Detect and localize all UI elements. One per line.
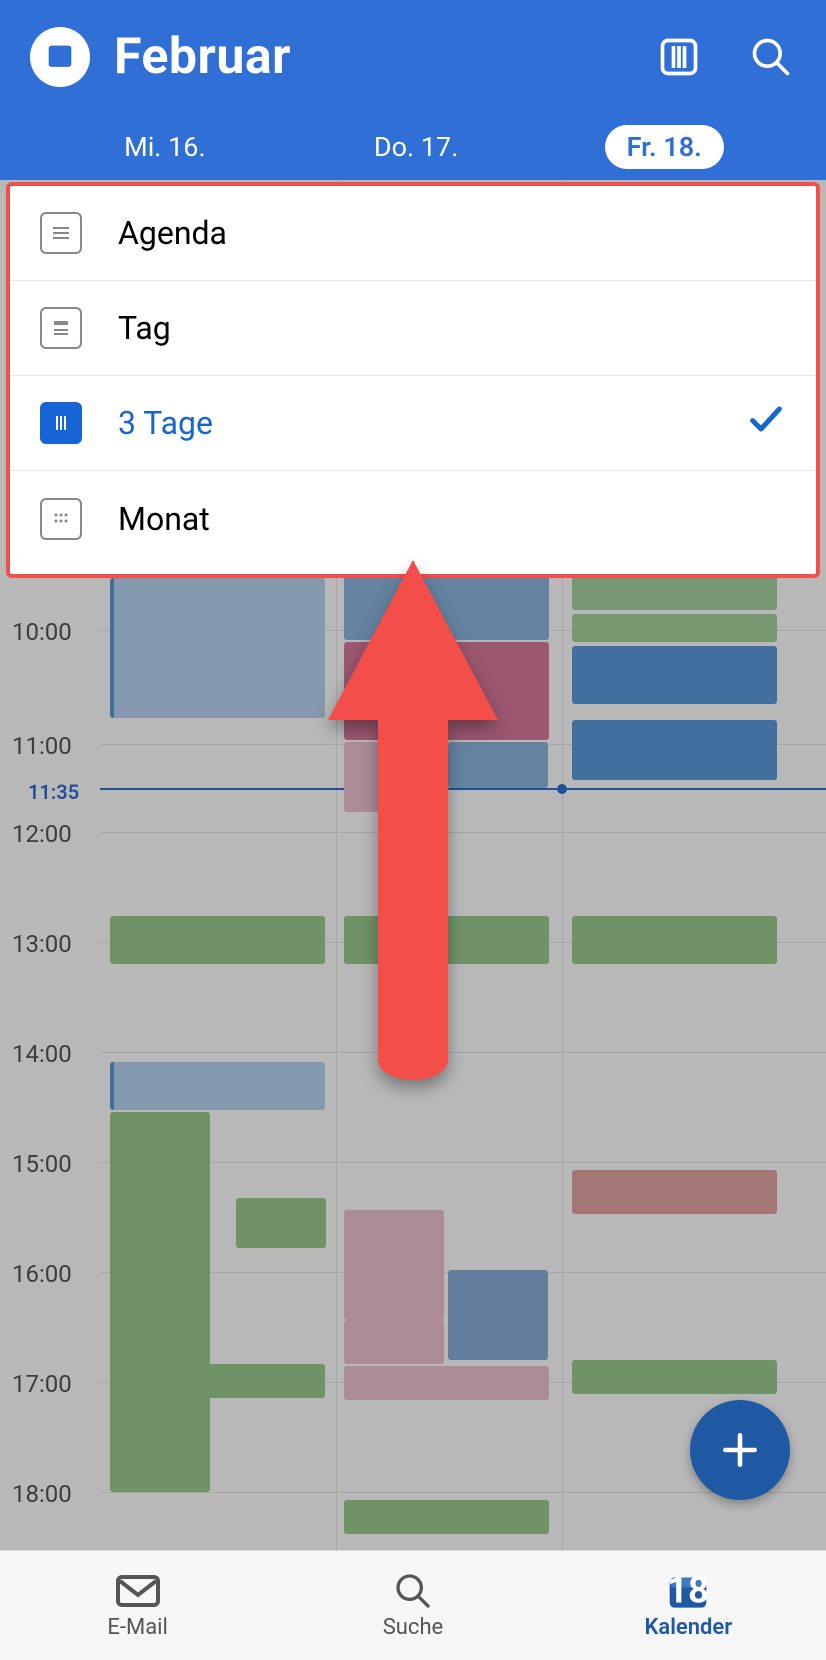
event-block[interactable] [236,1198,326,1248]
event-block[interactable] [110,1364,325,1398]
svg-text:18: 18 [667,1571,709,1611]
event-block[interactable] [344,742,446,812]
view-option-month[interactable]: Monat [10,471,816,566]
event-block[interactable] [110,1062,325,1110]
time-label: 10:00 [12,618,72,646]
event-block[interactable] [110,1112,210,1492]
three-day-icon [40,402,82,444]
event-block[interactable] [572,646,777,704]
calendar-icon: 18 [664,1571,712,1611]
event-block[interactable] [344,1210,444,1320]
day-tabs: Mi. 16. Do. 17. Fr. 18. [0,114,826,180]
nav-calendar[interactable]: 18 Kalender [551,1551,826,1660]
event-block[interactable] [448,1270,548,1360]
nav-email[interactable]: E-Mail [0,1551,275,1660]
current-time-label: 11:35 [28,780,79,804]
event-block[interactable] [344,1320,444,1364]
nav-search[interactable]: Suche [275,1551,550,1660]
time-label: 12:00 [12,820,72,848]
view-option-label: 3 Tage [118,404,213,442]
event-block[interactable] [344,642,549,740]
app-logo[interactable] [30,27,90,87]
event-block[interactable] [448,742,548,788]
day-tab-2[interactable]: Fr. 18. [605,125,724,169]
event-block[interactable] [572,614,777,642]
agenda-icon [40,212,82,254]
event-block[interactable] [572,1360,777,1394]
event-block[interactable] [572,916,777,964]
event-block[interactable] [110,916,325,964]
nav-label: Suche [383,1615,444,1640]
header: Februar Mi. 16. Do. 17. Fr. 18. [0,0,826,180]
event-block[interactable] [344,916,549,964]
nav-label: Kalender [644,1615,732,1640]
time-label: 18:00 [12,1480,72,1508]
view-switch-button[interactable] [654,32,704,82]
view-option-label: Tag [118,309,171,347]
day-icon [40,307,82,349]
mail-icon [114,1571,162,1611]
time-label: 13:00 [12,930,72,958]
calendar-glyph-icon [43,40,77,74]
time-label: 17:00 [12,1370,72,1398]
view-menu: Agenda Tag 3 Tage Monat [10,186,816,574]
view-option-agenda[interactable]: Agenda [10,186,816,281]
current-time-line [100,788,826,790]
plus-icon [718,1428,762,1472]
time-label: 15:00 [12,1150,72,1178]
month-title[interactable]: Februar [114,28,291,86]
add-event-button[interactable] [690,1400,790,1500]
time-label: 14:00 [12,1040,72,1068]
check-icon [746,399,786,447]
event-block[interactable] [344,1366,549,1400]
three-column-icon [657,35,701,79]
event-block[interactable] [110,578,325,718]
view-option-label: Agenda [118,214,227,252]
month-icon [40,498,82,540]
search-icon [749,35,793,79]
event-block[interactable] [344,1500,549,1534]
current-time-dot [557,784,567,794]
event-block[interactable] [572,570,777,610]
time-label: 16:00 [12,1260,72,1288]
day-tab-1[interactable]: Do. 17. [352,125,480,169]
time-label: 11:00 [12,732,72,760]
event-block[interactable] [572,720,777,780]
view-option-day[interactable]: Tag [10,281,816,376]
search-icon [389,1571,437,1611]
view-option-3days[interactable]: 3 Tage [10,376,816,471]
view-option-label: Monat [118,500,210,538]
day-tab-0[interactable]: Mi. 16. [102,125,227,169]
bottom-nav: E-Mail Suche 18 Kalender [0,1550,826,1660]
event-block[interactable] [572,1170,777,1214]
search-button[interactable] [746,32,796,82]
nav-label: E-Mail [107,1615,167,1640]
